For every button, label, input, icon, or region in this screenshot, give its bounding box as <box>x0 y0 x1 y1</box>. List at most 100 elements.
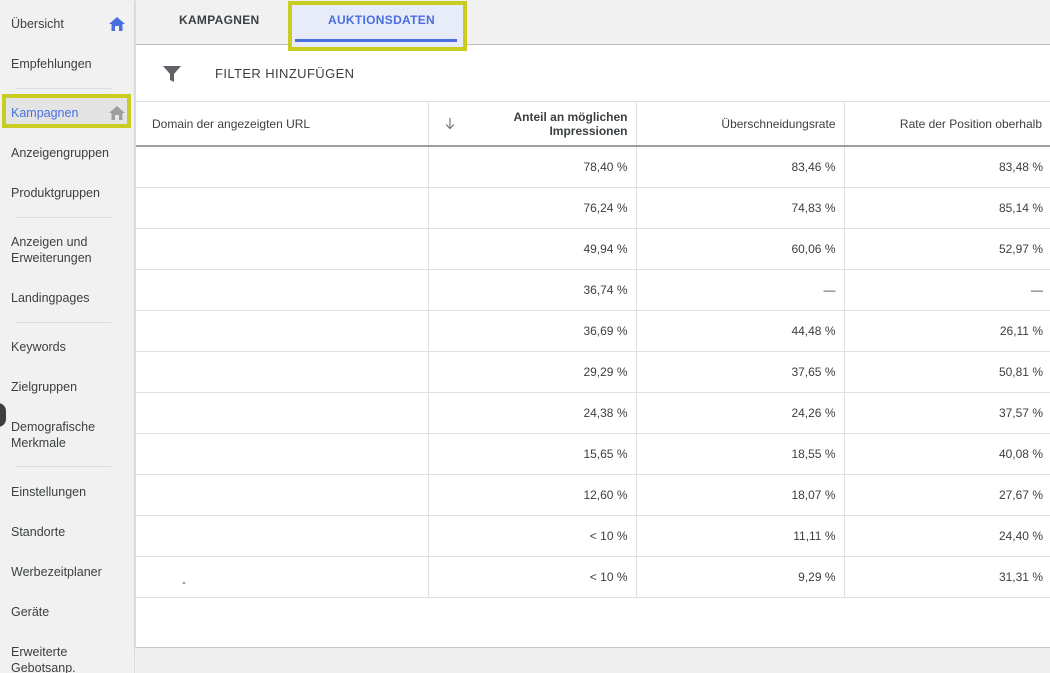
cell-position-above-rate: 52,97 % <box>844 228 1050 270</box>
column-header-label: Anteil an möglichen Impressionen <box>513 109 628 138</box>
sidebar-divider <box>15 217 111 218</box>
sidebar-divider <box>15 466 111 467</box>
sidebar-item-label: Erweiterte Gebotsanp. <box>11 645 76 673</box>
cell-impression-share: 15,65 % <box>428 433 637 475</box>
tab-auktionsdaten[interactable]: AUKTIONSDATEN <box>328 13 435 27</box>
cell-overlap-rate: 83,46 % <box>636 146 845 188</box>
sidebar-item-anzeigengruppen[interactable]: Anzeigengruppen <box>0 145 135 161</box>
bottom-bar <box>136 647 1050 673</box>
sidebar-item-label: Werbezeitplaner <box>11 565 102 579</box>
sidebar-item-label: Einstellungen <box>11 485 87 499</box>
cell-position-above-rate: 27,67 % <box>844 474 1050 516</box>
cell-domain <box>136 474 429 516</box>
table-row[interactable]: 29,29 % 37,65 % 50,81 % <box>136 351 1050 393</box>
sidebar-item-landingpages[interactable]: Landingpages <box>0 290 135 306</box>
sidebar-item-label: Geräte <box>11 605 50 619</box>
cell-overlap-rate: 74,83 % <box>636 187 845 229</box>
cell-domain <box>136 351 429 393</box>
sidebar-item-label: Kampagnen <box>11 106 79 120</box>
sidebar-item-label: Empfehlungen <box>11 57 92 71</box>
cell-domain <box>136 187 429 229</box>
sidebar-nav: Übersicht Empfehlungen Kampagnen Anzeige… <box>0 0 135 673</box>
sidebar-item-geraete[interactable]: Geräte <box>0 604 135 620</box>
sidebar-item-anzeigen-erweiterungen[interactable]: Anzeigen und Erweiterungen <box>0 234 110 266</box>
column-header-impression-share[interactable]: Anteil an möglichen Impressionen <box>428 102 637 147</box>
sidebar-item-werbezeitplaner[interactable]: Werbezeitplaner <box>0 564 135 580</box>
sidebar-item-demografische-merkmale[interactable]: Demografische Merkmale <box>0 419 110 451</box>
cell-impression-share: 24,38 % <box>428 392 637 434</box>
sidebar-item-uebersicht[interactable]: Übersicht <box>0 16 135 32</box>
cell-overlap-rate: 44,48 % <box>636 310 845 352</box>
cell-impression-share: < 10 % <box>428 515 637 557</box>
cell-domain <box>136 433 429 475</box>
sidebar-item-label: Übersicht <box>11 17 64 31</box>
cell-impression-share: 29,29 % <box>428 351 637 393</box>
sidebar-item-label: Keywords <box>11 340 66 354</box>
cell-domain <box>136 146 429 188</box>
add-filter-button[interactable]: FILTER HINZUFÜGEN <box>215 66 354 81</box>
column-header-domain[interactable]: Domain der angezeigten URL <box>136 102 429 147</box>
table-row[interactable]: 36,69 % 44,48 % 26,11 % <box>136 310 1050 352</box>
filter-icon[interactable] <box>163 66 181 82</box>
cell-domain: - <box>136 556 429 598</box>
cell-impression-share: 36,69 % <box>428 310 637 352</box>
cell-impression-share: 36,74 % <box>428 269 637 311</box>
cell-overlap-rate: 60,06 % <box>636 228 845 270</box>
filter-bar: FILTER HINZUFÜGEN <box>136 46 1050 102</box>
table-row[interactable]: 78,40 % 83,46 % 83,48 % <box>136 146 1050 188</box>
cell-impression-share: 78,40 % <box>428 146 637 188</box>
cell-domain <box>136 515 429 557</box>
home-icon <box>109 17 125 31</box>
tab-active-indicator <box>295 39 457 42</box>
sidebar-item-label: Standorte <box>11 525 66 539</box>
cell-domain <box>136 392 429 434</box>
cell-position-above-rate: 83,48 % <box>844 146 1050 188</box>
table-header-row: Domain der angezeigten URL Anteil an mög… <box>136 102 1050 147</box>
table-row[interactable]: 76,24 % 74,83 % 85,14 % <box>136 187 1050 229</box>
sidebar-item-kampagnen[interactable]: Kampagnen <box>0 94 135 128</box>
cell-position-above-rate: 26,11 % <box>844 310 1050 352</box>
cell-overlap-rate: 11,11 % <box>636 515 845 557</box>
cell-position-above-rate: — <box>844 269 1050 311</box>
sidebar-item-zielgruppen[interactable]: Zielgruppen <box>0 379 135 395</box>
sidebar-item-label: Demografische Merkmale <box>11 420 96 450</box>
cell-position-above-rate: 31,31 % <box>844 556 1050 598</box>
cell-position-above-rate: 85,14 % <box>844 187 1050 229</box>
column-header-overlap-rate[interactable]: Überschneidungsrate <box>636 102 845 147</box>
cell-impression-share: 12,60 % <box>428 474 637 516</box>
cell-overlap-rate: — <box>636 269 845 311</box>
cell-overlap-rate: 24,26 % <box>636 392 845 434</box>
sidebar-divider <box>15 322 111 323</box>
sidebar-divider <box>15 88 111 89</box>
table-row[interactable]: 49,94 % 60,06 % 52,97 % <box>136 228 1050 270</box>
table-row[interactable]: 36,74 % — — <box>136 269 1050 311</box>
table-row[interactable]: < 10 % 11,11 % 24,40 % <box>136 515 1050 557</box>
table-row[interactable]: 12,60 % 18,07 % 27,67 % <box>136 474 1050 516</box>
cell-overlap-rate: 9,29 % <box>636 556 845 598</box>
main-panel: KAMPAGNEN AUKTIONSDATEN FILTER HINZUFÜGE… <box>136 0 1050 647</box>
tab-kampagnen[interactable]: KAMPAGNEN <box>179 13 259 27</box>
cell-impression-share: 76,24 % <box>428 187 637 229</box>
cell-position-above-rate: 24,40 % <box>844 515 1050 557</box>
sidebar-item-empfehlungen[interactable]: Empfehlungen <box>0 56 135 72</box>
home-icon <box>109 106 125 120</box>
sidebar-item-standorte[interactable]: Standorte <box>0 524 135 540</box>
table-row[interactable]: - < 10 % 9,29 % 31,31 % <box>136 556 1050 598</box>
cell-overlap-rate: 18,55 % <box>636 433 845 475</box>
sidebar-item-produktgruppen[interactable]: Produktgruppen <box>0 185 135 201</box>
sidebar-item-erweiterte-gebotsanp[interactable]: Erweiterte Gebotsanp. <box>0 644 100 673</box>
column-header-position-above-rate[interactable]: Rate der Position oberhalb <box>844 102 1050 147</box>
sidebar-item-einstellungen[interactable]: Einstellungen <box>0 484 135 500</box>
sidebar-item-keywords[interactable]: Keywords <box>0 339 135 355</box>
cell-domain <box>136 310 429 352</box>
cell-overlap-rate: 37,65 % <box>636 351 845 393</box>
arrow-down-icon <box>445 118 454 130</box>
cell-position-above-rate: 50,81 % <box>844 351 1050 393</box>
table-row[interactable]: 15,65 % 18,55 % 40,08 % <box>136 433 1050 475</box>
table-row[interactable]: 24,38 % 24,26 % 37,57 % <box>136 392 1050 434</box>
sidebar-item-label: Anzeigengruppen <box>11 146 109 160</box>
sidebar-item-label: Landingpages <box>11 291 90 305</box>
cell-impression-share: 49,94 % <box>428 228 637 270</box>
cell-overlap-rate: 18,07 % <box>636 474 845 516</box>
cell-position-above-rate: 40,08 % <box>844 433 1050 475</box>
